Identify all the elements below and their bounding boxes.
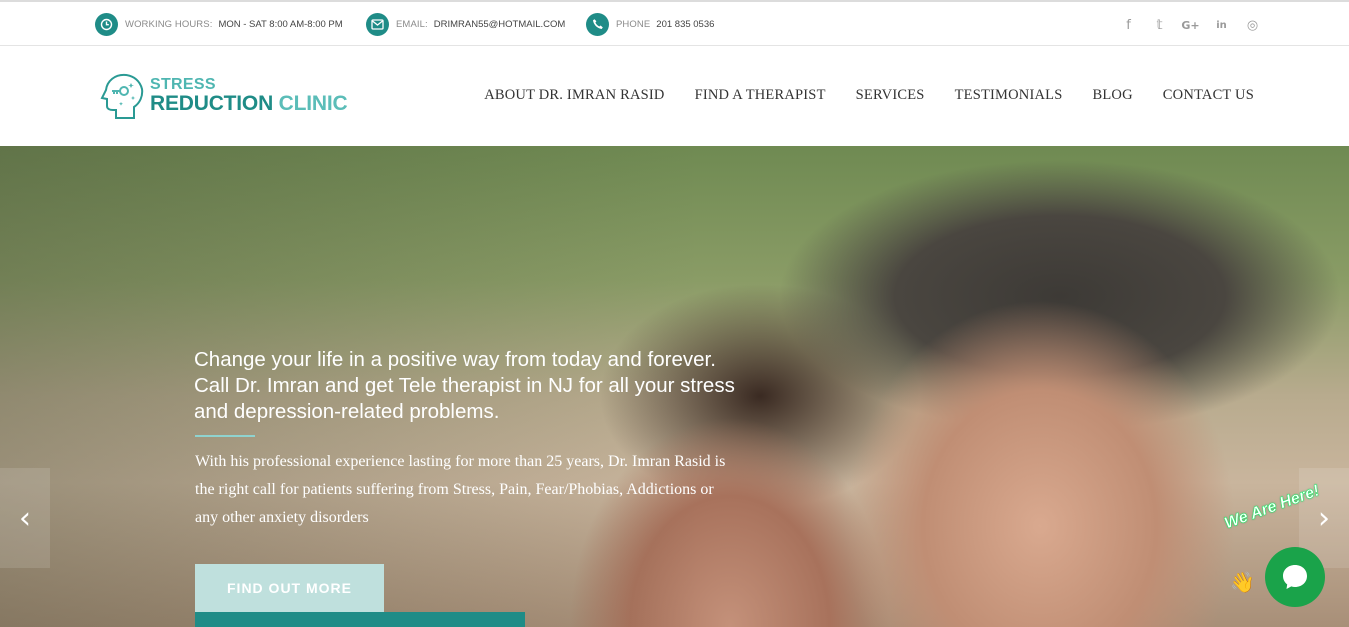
phone-link[interactable]: 201 835 0536 bbox=[656, 19, 714, 30]
chevron-left-icon: ‹ bbox=[19, 500, 31, 536]
phone-icon bbox=[586, 12, 609, 36]
site-logo[interactable]: STRESS REDUCTION CLINIC bbox=[100, 72, 370, 122]
linkedin-icon[interactable]: in bbox=[1206, 16, 1237, 34]
email-info: Email: drimran55@hotmail.com bbox=[366, 12, 565, 36]
envelope-icon bbox=[366, 12, 389, 36]
logo-word-clinic: CLINIC bbox=[278, 92, 348, 115]
google-plus-icon[interactable]: G+ bbox=[1175, 16, 1206, 34]
slider-prev-button[interactable]: ‹ bbox=[0, 468, 50, 568]
hero-title: Change your life in a positive way from … bbox=[194, 348, 735, 423]
find-out-more-button[interactable]: FIND OUT MORE bbox=[195, 564, 384, 612]
email-label: Email: bbox=[396, 18, 428, 30]
social-links: f 𝕥 G+ in ◎ bbox=[1113, 16, 1268, 34]
top-info-bar: Working Hours: Mon - Sat 8:00 AM-8:00 PM… bbox=[0, 0, 1349, 46]
phone-info: Phone 201 835 0536 bbox=[586, 12, 714, 36]
hero-description: With his professional experience lasting… bbox=[195, 453, 726, 526]
twitter-icon[interactable]: 𝕥 bbox=[1144, 16, 1175, 34]
main-nav: ABOUT DR. IMRAN RASID FIND A THERAPIST S… bbox=[484, 87, 1254, 104]
nav-services[interactable]: SERVICES bbox=[856, 87, 925, 104]
chat-widget-button[interactable] bbox=[1265, 547, 1325, 607]
site-header: STRESS REDUCTION CLINIC ABOUT DR. IMRAN … bbox=[0, 46, 1349, 146]
waving-hand-icon: 👋 bbox=[1230, 570, 1255, 594]
email-link[interactable]: drimran55@hotmail.com bbox=[434, 19, 566, 30]
clock-icon bbox=[95, 12, 118, 36]
working-hours-value: Mon - Sat 8:00 AM-8:00 PM bbox=[218, 18, 343, 30]
nav-blog[interactable]: BLOG bbox=[1093, 87, 1133, 104]
secondary-button[interactable] bbox=[195, 612, 525, 627]
nav-about[interactable]: ABOUT DR. IMRAN RASID bbox=[484, 87, 664, 104]
chat-bubble-icon bbox=[1283, 565, 1307, 589]
hero-slider: Change your life in a positive way from … bbox=[0, 146, 1349, 627]
nav-testimonials[interactable]: TESTIMONIALS bbox=[955, 87, 1063, 104]
working-hours: Working Hours: Mon - Sat 8:00 AM-8:00 PM bbox=[95, 12, 343, 36]
nav-find-therapist[interactable]: FIND A THERAPIST bbox=[695, 87, 826, 104]
working-hours-label: Working Hours: bbox=[125, 18, 213, 30]
logo-line2: REDUCTION CLINIC bbox=[150, 92, 348, 116]
instagram-icon[interactable]: ◎ bbox=[1237, 16, 1268, 34]
facebook-icon[interactable]: f bbox=[1113, 16, 1144, 34]
phone-label: Phone bbox=[616, 18, 651, 30]
logo-word-reduction: REDUCTION bbox=[150, 92, 274, 115]
nav-contact[interactable]: CONTACT US bbox=[1163, 87, 1254, 104]
head-key-icon bbox=[100, 73, 144, 119]
hero-divider bbox=[195, 435, 255, 437]
